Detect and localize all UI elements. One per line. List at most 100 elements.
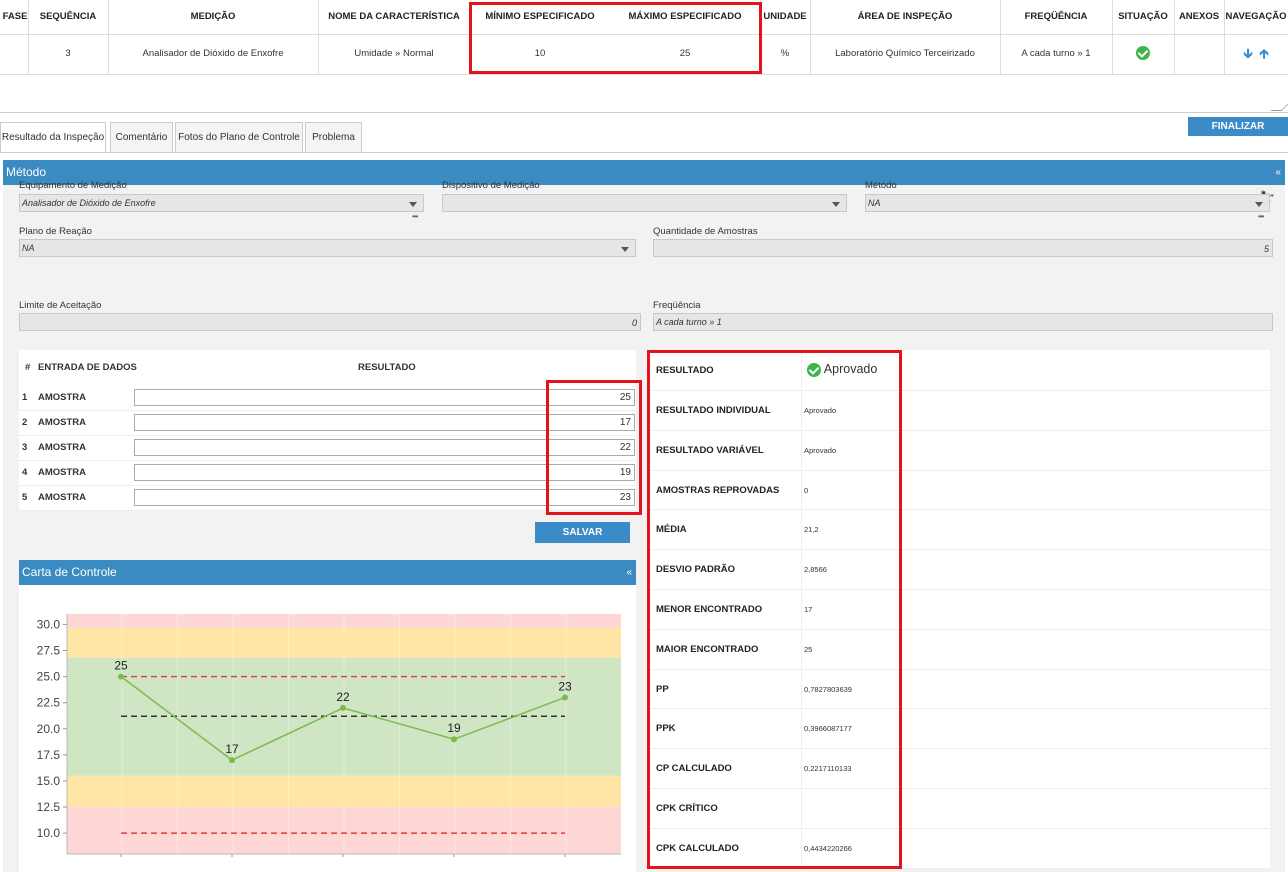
chart-y-tick-label: 17.5 [37,748,61,762]
column-divider [28,0,29,74]
samples-table-header: # ENTRADA DE DADOS RESULTADO [19,350,636,385]
header-anexos: ANEXOS [1178,11,1220,22]
metodo-label: Método [865,180,897,191]
cell-nome-caracteristica: Umidade » Normal [354,48,434,59]
tab-resultado-inspecao[interactable]: Resultado da Inspeção [0,122,106,153]
limite-aceitacao-field: 0 [19,313,641,331]
cell-anexos [1174,34,1224,74]
metodo-value: NA [868,198,881,208]
more-icon[interactable]: ••• [412,212,418,221]
frequencia-value: A cada turno » 1 [656,317,722,327]
chart-point [118,673,124,680]
chart-y-tick-label: 10.0 [37,826,61,840]
chart-data-label: 22 [336,690,350,704]
arrow-down-icon[interactable]: 🡳 [1243,46,1252,61]
chart-y-tick-label: 15.0 [37,774,61,788]
frequencia-field: A cada turno » 1 [653,313,1273,331]
chart-y-tick-label: 20.0 [37,722,61,736]
dispositivo-label: Dispositivo de Medição [442,180,540,191]
chart-data-label: 23 [558,679,572,693]
metodo-select[interactable]: NA [865,194,1270,212]
collapse-icon[interactable]: « [626,560,632,585]
equipamento-select-box[interactable]: Analisador de Dióxido de Enxofre [19,194,424,212]
header-frequencia: FREQÜÊNCIA [1024,11,1088,22]
limite-aceitacao-label: Limite de Aceitação [19,300,102,311]
cell-situacao [1112,34,1174,74]
sample-num: 3 [22,442,28,453]
check-circle-icon [1136,46,1150,61]
limite-aceitacao-value: 0 [631,318,637,328]
tab-problema[interactable]: Problema [305,122,362,152]
tab-comentario[interactable]: Comentário [110,122,173,152]
chart-y-tick-label: 30.0 [37,617,61,631]
collapse-icon[interactable]: « [1275,160,1281,185]
salvar-button[interactable]: SALVAR [535,522,630,543]
column-divider [1000,0,1001,74]
chart-y-tick-label: 25.0 [37,670,61,684]
sample-num: 1 [22,392,28,403]
highlight-sample-values [546,380,642,515]
plano-reacao-select[interactable]: NA [19,239,636,257]
header-sequencia: SEQUÊNCIA [39,11,97,22]
samples-header-entrada: ENTRADA DE DADOS [38,362,137,373]
more-icon[interactable]: ••• [1258,212,1264,221]
header-fase: FASE [2,11,28,22]
carta-panel-header[interactable]: Carta de Controle « [19,560,636,585]
column-divider [1224,0,1225,74]
cell-navegacao: 🡳 🡱 [1224,34,1288,74]
chart-y-tick-label: 12.5 [37,800,61,814]
equipamento-label-text: Equipamento de Medição [19,180,127,191]
header-navegacao: NAVEGAÇÃO [1225,11,1287,22]
sample-num: 4 [22,467,28,478]
samples-header-resultado: RESULTADO [358,362,416,373]
chart-data-label: 25 [114,659,128,673]
equipamento-value: Analisador de Dióxido de Enxofre [22,198,156,208]
chart-point [340,704,346,711]
sample-num: 5 [22,492,28,503]
finalizar-inspecao-button[interactable]: FINALIZAR INSPEÇÃO [1188,117,1288,151]
cell-sequencia: 3 [65,48,71,59]
column-divider [1174,0,1175,74]
chevron-down-icon [832,202,840,207]
cell-medicao: Analisador de Dióxido de Enxofre [142,48,284,59]
resize-handle-icon[interactable] [1270,100,1288,111]
chart-point [562,694,568,701]
chart-point [229,757,235,764]
plano-reacao-label: Plano de Reação [19,226,92,237]
samples-header-num: # [25,362,31,373]
quantidade-amostras-label: Quantidade de Amostras [653,226,758,237]
chevron-down-icon [621,247,629,252]
column-divider [108,0,109,74]
carta-title: Carta de Controle [22,565,117,579]
quantidade-amostras-value: 5 [1263,244,1269,254]
arrow-up-icon[interactable]: 🡱 [1259,46,1268,61]
header-nome-caracteristica: NOME DA CARACTERÍSTICA [328,11,460,22]
sample-label: AMOSTRA [38,492,87,503]
sample-label: AMOSTRA [38,442,87,453]
quantidade-amostras-field: 5 [653,239,1273,257]
header-medicao: MEDIÇÃO [190,11,236,22]
chevron-down-icon [1255,202,1263,207]
chevron-down-icon [409,202,417,207]
chart-y-tick-label: 27.5 [37,644,61,658]
cell-frequencia: A cada turno » 1 [1021,48,1091,59]
header-unidade: UNIDADE [763,11,807,22]
chart-point [451,736,457,743]
highlight-spec-limits [469,2,762,74]
control-chart: 10.0 12.5 15.0 17.5 20.0 22.5 25.0 27.5 30.0 25 17… [25,606,631,872]
dispositivo-select[interactable] [442,194,847,212]
metodo-panel-header[interactable]: Método « [3,160,1285,185]
plano-reacao-value: NA [22,243,35,253]
sample-label: AMOSTRA [38,467,87,478]
column-divider [1112,0,1113,74]
sample-label: AMOSTRA [38,392,87,403]
tab-fotos-plano[interactable]: Fotos do Plano de Controle [175,122,303,152]
header-area: ÁREA DE INSPEÇÃO [857,11,953,22]
sample-label: AMOSTRA [38,417,87,428]
cell-unidade: % [780,48,790,59]
chart-y-tick-label: 22.5 [37,696,61,710]
divider [0,112,1288,113]
column-divider [318,0,319,74]
frequencia-label: Freqüência [653,300,701,311]
header-situacao: SITUAÇÃO [1118,11,1168,22]
